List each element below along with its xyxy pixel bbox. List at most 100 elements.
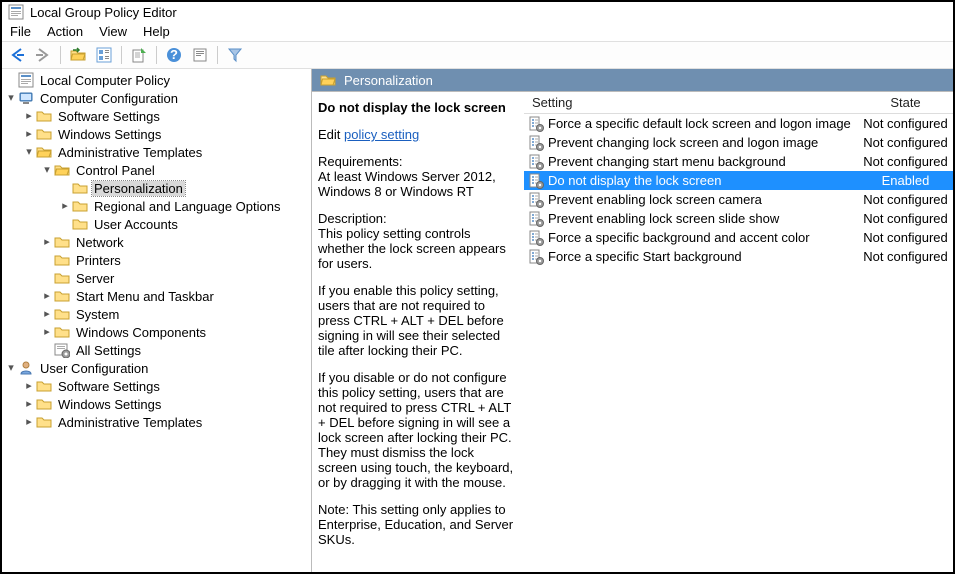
tree-label: User Configuration xyxy=(38,361,150,376)
twisty-icon[interactable] xyxy=(22,127,36,141)
show-hide-button[interactable] xyxy=(93,44,115,66)
user-icon xyxy=(18,360,34,376)
list-pane: Setting State Force a specific default l… xyxy=(524,92,953,572)
folder-icon xyxy=(54,234,70,250)
tree-label: Windows Settings xyxy=(56,127,163,142)
setting-state: Not configured xyxy=(858,116,953,131)
twisty-icon[interactable] xyxy=(40,235,54,249)
folder-icon xyxy=(54,270,70,286)
tree-control-panel[interactable]: Control Panel xyxy=(4,161,311,179)
twisty-icon[interactable] xyxy=(40,289,54,303)
tree-software-settings[interactable]: Software Settings xyxy=(4,107,311,125)
back-button[interactable] xyxy=(6,44,28,66)
setting-state: Not configured xyxy=(858,249,953,264)
twisty-icon[interactable] xyxy=(40,307,54,321)
folder-icon xyxy=(54,306,70,322)
list-row[interactable]: Force a specific default lock screen and… xyxy=(524,114,953,133)
tree-windows-components[interactable]: Windows Components xyxy=(4,323,311,341)
tree-windows-settings[interactable]: Windows Settings xyxy=(4,125,311,143)
tree-label: Computer Configuration xyxy=(38,91,180,106)
twisty-icon[interactable] xyxy=(22,109,36,123)
twisty-icon[interactable] xyxy=(22,415,36,429)
right-pane: Personalization Do not display the lock … xyxy=(312,69,953,572)
list-row[interactable]: Force a specific background and accent c… xyxy=(524,228,953,247)
up-button[interactable] xyxy=(67,44,89,66)
properties-button[interactable] xyxy=(189,44,211,66)
edit-policy-link[interactable]: policy setting xyxy=(344,127,419,142)
menu-file[interactable]: File xyxy=(10,24,31,39)
setting-state: Not configured xyxy=(858,192,953,207)
tree-label: Windows Components xyxy=(74,325,208,340)
twisty-icon[interactable] xyxy=(22,397,36,411)
list-row[interactable]: Prevent changing start menu backgroundNo… xyxy=(524,152,953,171)
folder-icon xyxy=(72,180,88,196)
tree-label: Network xyxy=(74,235,126,250)
folder-icon xyxy=(36,126,52,142)
tree-server[interactable]: Server xyxy=(4,269,311,287)
tree-computer-config[interactable]: Computer Configuration xyxy=(4,89,311,107)
setting-state: Not configured xyxy=(858,154,953,169)
policy-icon xyxy=(528,211,544,227)
tree-user-admin[interactable]: Administrative Templates xyxy=(4,413,311,431)
tree-label: Software Settings xyxy=(56,379,162,394)
computer-icon xyxy=(18,90,34,106)
tree-personalization[interactable]: Personalization xyxy=(4,179,311,197)
requirements-body: At least Windows Server 2012, Windows 8 … xyxy=(318,169,516,199)
tree-admin-templates[interactable]: Administrative Templates xyxy=(4,143,311,161)
setting-state: Enabled xyxy=(858,173,953,188)
forward-button[interactable] xyxy=(32,44,54,66)
description-body-2: If you enable this policy setting, users… xyxy=(318,283,516,358)
policy-icon xyxy=(528,135,544,151)
twisty-icon[interactable] xyxy=(40,325,54,339)
list-row[interactable]: Prevent changing lock screen and logon i… xyxy=(524,133,953,152)
tree-root[interactable]: Local Computer Policy xyxy=(4,71,311,89)
col-setting-header[interactable]: Setting xyxy=(524,92,858,113)
separator xyxy=(121,46,122,64)
folder-open-icon xyxy=(36,144,52,160)
export-button[interactable] xyxy=(128,44,150,66)
separator xyxy=(217,46,218,64)
tree-label: Windows Settings xyxy=(56,397,163,412)
tree-label: Start Menu and Taskbar xyxy=(74,289,216,304)
col-state-header[interactable]: State xyxy=(858,92,953,113)
folder-open-icon xyxy=(320,72,336,88)
tree-label: Control Panel xyxy=(74,163,157,178)
tree-label: Administrative Templates xyxy=(56,145,204,160)
tree-printers[interactable]: Printers xyxy=(4,251,311,269)
policy-icon xyxy=(528,192,544,208)
list-row[interactable]: Prevent enabling lock screen slide showN… xyxy=(524,209,953,228)
description-body-4: Note: This setting only applies to Enter… xyxy=(318,502,516,547)
tree-network[interactable]: Network xyxy=(4,233,311,251)
tree-pane[interactable]: Local Computer Policy Computer Configura… xyxy=(2,69,312,572)
menu-action[interactable]: Action xyxy=(47,24,83,39)
setting-name: Do not display the lock screen xyxy=(548,173,858,188)
tree-user-config[interactable]: User Configuration xyxy=(4,359,311,377)
list-row[interactable]: Force a specific Start backgroundNot con… xyxy=(524,247,953,266)
tree-all-settings[interactable]: All Settings xyxy=(4,341,311,359)
titlebar: Local Group Policy Editor xyxy=(2,2,953,22)
policy-icon xyxy=(528,230,544,246)
window-title: Local Group Policy Editor xyxy=(30,5,177,20)
tree-user-windows[interactable]: Windows Settings xyxy=(4,395,311,413)
twisty-icon[interactable] xyxy=(4,91,18,105)
menu-view[interactable]: View xyxy=(99,24,127,39)
help-button[interactable] xyxy=(163,44,185,66)
edit-text: Edit xyxy=(318,127,340,142)
folder-icon xyxy=(36,396,52,412)
tree-system[interactable]: System xyxy=(4,305,311,323)
twisty-icon[interactable] xyxy=(22,379,36,393)
list-row[interactable]: Prevent enabling lock screen cameraNot c… xyxy=(524,190,953,209)
folder-icon xyxy=(54,252,70,268)
twisty-icon[interactable] xyxy=(40,163,54,177)
twisty-icon[interactable] xyxy=(58,199,72,213)
tree-start-menu[interactable]: Start Menu and Taskbar xyxy=(4,287,311,305)
list-row[interactable]: Do not display the lock screenEnabled xyxy=(524,171,953,190)
tree-user-software[interactable]: Software Settings xyxy=(4,377,311,395)
tree-regional-options[interactable]: Regional and Language Options xyxy=(4,197,311,215)
tree-user-accounts[interactable]: User Accounts xyxy=(4,215,311,233)
menu-help[interactable]: Help xyxy=(143,24,170,39)
filter-button[interactable] xyxy=(224,44,246,66)
folder-icon xyxy=(36,378,52,394)
twisty-icon[interactable] xyxy=(22,145,36,159)
twisty-icon[interactable] xyxy=(4,361,18,375)
